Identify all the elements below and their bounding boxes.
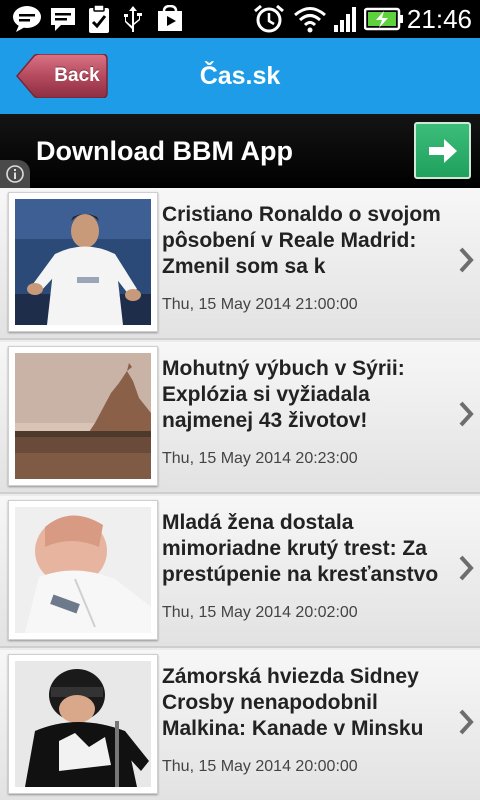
list-item[interactable]: Zámorská hviezda Sidney Crosby nenapodob… [0,650,480,800]
status-time: 21:46 [406,4,472,34]
message-icon [48,4,78,34]
page-title: Čas.sk [199,62,281,90]
back-button[interactable]: Back [16,54,108,98]
play-store-icon [154,4,186,34]
thumbnail-frame [8,654,158,794]
chevron-right-icon [459,709,474,735]
news-title: Zámorská hviezda Sidney Crosby nenapodob… [162,665,424,740]
back-button-label: Back [54,65,100,86]
chevron-right-icon [459,555,474,581]
bbm-banner[interactable]: Download BBM App [0,114,480,188]
news-date: Thu, 15 May 2014 20:00:00 [162,758,358,775]
banner-download-button[interactable] [414,122,471,179]
thumbnail-frame [8,500,158,640]
thumbnail-hockey-player [15,661,151,787]
chevron-right-icon [459,401,474,427]
thumbnail-frame [8,346,158,486]
news-title: Mladá žena dostala mimoriadne krutý tres… [162,511,439,586]
battery-charging-icon [364,4,404,34]
alarm-icon [252,4,286,34]
nav-bar: Back Čas.sk [0,38,480,114]
usb-icon [120,4,146,34]
arrow-right-icon [428,138,457,163]
news-date: Thu, 15 May 2014 20:23:00 [162,450,358,467]
news-title: Cristiano Ronaldo o svojom pôsobení v Re… [162,203,441,278]
thumbnail-crying-woman [15,507,151,633]
list-item[interactable]: Cristiano Ronaldo o svojom pôsobení v Re… [0,188,480,340]
wifi-icon [292,4,328,34]
news-date: Thu, 15 May 2014 20:02:00 [162,604,358,621]
news-list[interactable]: Cristiano Ronaldo o svojom pôsobení v Re… [0,188,480,800]
list-item[interactable]: Mohutný výbuch v Sýrii: Explózia si vyži… [0,342,480,494]
signal-icon [332,4,360,34]
news-date: Thu, 15 May 2014 21:00:00 [162,296,358,313]
info-icon[interactable] [0,160,30,188]
banner-text: Download BBM App [36,136,293,166]
chevron-right-icon [459,247,474,273]
status-bar: 21:46 [0,0,480,38]
clipboard-check-icon [86,4,112,34]
list-item[interactable]: Mladá žena dostala mimoriadne krutý tres… [0,496,480,648]
thumbnail-desert-landscape [15,353,151,479]
thumbnail-football-player [15,199,151,325]
thumbnail-frame [8,192,158,332]
news-title: Mohutný výbuch v Sýrii: Explózia si vyži… [162,357,405,432]
chat-bubble-icon [10,4,44,34]
